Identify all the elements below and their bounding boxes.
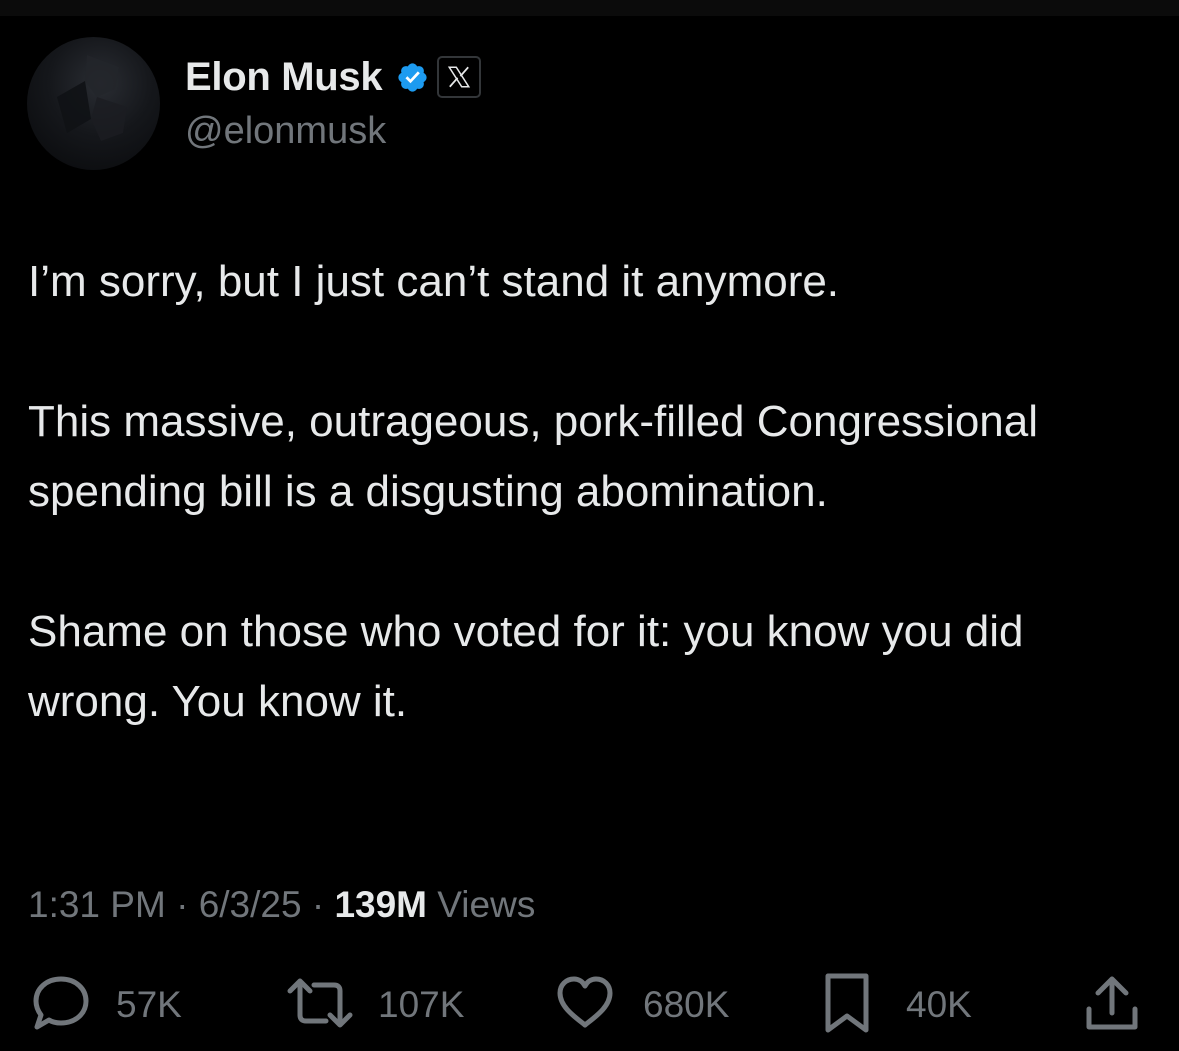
bookmark-icon xyxy=(822,972,872,1039)
author-handle[interactable]: @elonmusk xyxy=(185,108,386,154)
meta-separator: · xyxy=(165,884,199,925)
avatar-image xyxy=(57,55,127,141)
like-count: 680K xyxy=(643,984,730,1025)
verified-badge-icon[interactable] xyxy=(396,61,429,94)
x-logo-icon[interactable] xyxy=(437,56,482,98)
meta-separator: · xyxy=(301,884,335,925)
repost-button[interactable]: 107K xyxy=(286,975,464,1035)
share-button[interactable] xyxy=(1084,975,1140,1035)
bookmark-count: 40K xyxy=(906,984,972,1025)
action-bar: 57K 107K 680K 40K xyxy=(0,973,1179,1035)
bookmark-button[interactable]: 40K xyxy=(822,973,972,1035)
tweet-time[interactable]: 1:31 PM xyxy=(28,884,166,925)
tweet-text: I’m sorry, but I just can’t stand it any… xyxy=(28,247,1138,737)
like-button[interactable]: 680K xyxy=(555,975,729,1035)
views-count: 139M xyxy=(334,884,428,925)
reply-icon xyxy=(30,973,92,1038)
reply-button[interactable]: 57K xyxy=(30,975,182,1035)
repost-count: 107K xyxy=(378,984,465,1025)
author-name-row: Elon Musk xyxy=(185,52,482,102)
tweet-date[interactable]: 6/3/25 xyxy=(199,884,302,925)
like-icon xyxy=(555,973,615,1038)
tweet-paragraph: This massive, outrageous, pork-filled Co… xyxy=(28,397,1039,516)
tweet-meta: 1:31 PM · 6/3/25 · 139M Views xyxy=(28,880,535,930)
share-icon xyxy=(1084,973,1140,1038)
author-display-name[interactable]: Elon Musk xyxy=(185,52,383,102)
avatar[interactable] xyxy=(27,37,160,170)
repost-icon xyxy=(286,973,354,1038)
reply-count: 57K xyxy=(116,984,182,1025)
views-label: Views xyxy=(427,884,536,925)
tweet-paragraph: I’m sorry, but I just can’t stand it any… xyxy=(28,257,840,306)
tweet-paragraph: Shame on those who voted for it: you kno… xyxy=(28,607,1024,726)
top-bar xyxy=(0,0,1179,16)
